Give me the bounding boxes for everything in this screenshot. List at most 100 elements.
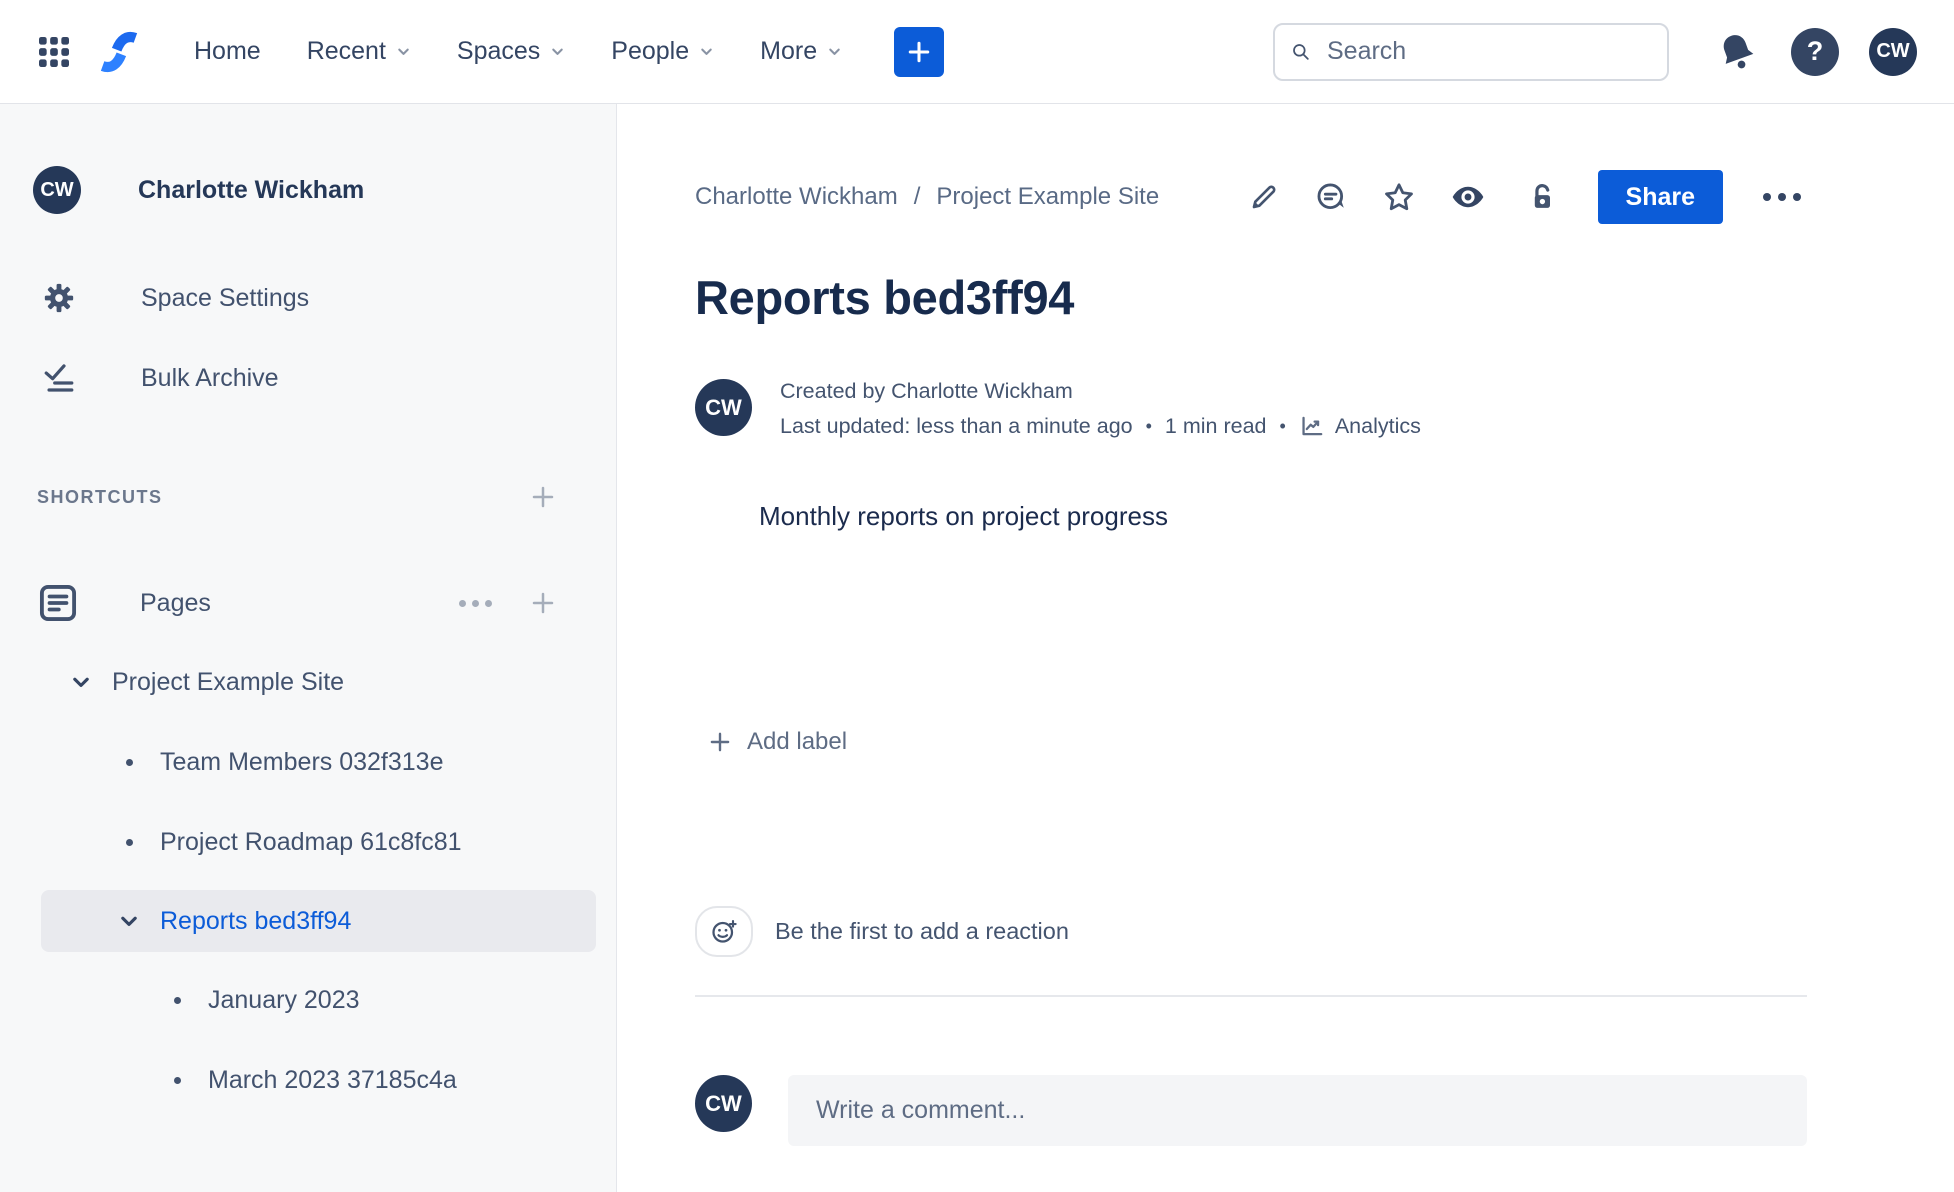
primary-nav: Home Recent Spaces People More xyxy=(194,37,842,66)
nav-home[interactable]: Home xyxy=(194,37,261,66)
app-switcher-icon[interactable] xyxy=(34,32,74,72)
sidebar-item-space-settings[interactable]: Space Settings xyxy=(0,272,616,324)
tree-item-label: Project Roadmap 61c8fc81 xyxy=(160,827,462,856)
favourite-button[interactable] xyxy=(1382,180,1416,214)
pages-section-header: Pages xyxy=(0,578,616,628)
dot-separator: • xyxy=(1279,415,1286,436)
space-avatar: CW xyxy=(33,166,81,214)
nav-people[interactable]: People xyxy=(611,37,714,66)
reactions-section: Be the first to add a reaction xyxy=(695,906,1807,957)
edit-button[interactable] xyxy=(1248,181,1280,213)
pages-more-button[interactable] xyxy=(455,596,496,611)
tree-item-label: Reports bed3ff94 xyxy=(160,906,352,935)
author-avatar[interactable]: CW xyxy=(695,379,752,436)
comments-button[interactable] xyxy=(1314,180,1348,214)
tree-item-label: January 2023 xyxy=(208,985,360,1014)
nav-spaces-label: Spaces xyxy=(456,37,541,65)
line-chart-icon xyxy=(1302,416,1323,436)
tree-item-reports-selected[interactable]: Reports bed3ff94 xyxy=(41,890,596,952)
analytics-link[interactable]: Analytics xyxy=(1299,413,1421,439)
chevron-down-icon xyxy=(398,48,409,55)
tree-item-march-2023[interactable]: March 2023 37185c4a xyxy=(0,1048,616,1112)
tree-item-project-roadmap[interactable]: Project Roadmap 61c8fc81 xyxy=(0,810,616,874)
page-more-button[interactable] xyxy=(1757,187,1807,207)
byline-meta: Last updated: less than a minute ago • 1… xyxy=(780,413,1421,439)
star-icon xyxy=(1384,183,1413,211)
commenter-avatar: CW xyxy=(695,1075,752,1132)
global-search[interactable] xyxy=(1273,22,1669,81)
add-reaction-button[interactable] xyxy=(695,906,753,957)
nav-spaces[interactable]: Spaces xyxy=(457,37,565,66)
analytics-label: Analytics xyxy=(1334,413,1421,438)
sidebar-item-bulk-archive[interactable]: Bulk Archive xyxy=(0,352,616,404)
page-content: Charlotte Wickham / Project Example Site xyxy=(618,104,1954,1192)
space-avatar-initials: CW xyxy=(40,178,74,201)
commenter-avatar-initials: CW xyxy=(705,1090,742,1116)
tree-item-project-example-site[interactable]: Project Example Site xyxy=(0,650,616,714)
space-sidebar: CW Charlotte Wickham Space Settings Bulk… xyxy=(0,104,617,1192)
search-icon xyxy=(1293,43,1309,60)
byline: CW Created by Charlotte Wickham Last upd… xyxy=(695,379,1807,439)
share-button[interactable]: Share xyxy=(1597,170,1723,224)
restrictions-button[interactable] xyxy=(1526,181,1558,213)
comments-divider xyxy=(695,995,1807,997)
reaction-prompt: Be the first to add a reaction xyxy=(775,918,1069,944)
bulk-archive-label: Bulk Archive xyxy=(141,363,279,392)
bullet-icon xyxy=(164,996,190,1004)
bullet-icon xyxy=(164,1076,190,1084)
chevron-down-icon[interactable] xyxy=(68,671,94,693)
create-button[interactable] xyxy=(894,26,945,77)
page-title: Reports bed3ff94 xyxy=(695,271,1075,324)
plus-icon xyxy=(532,486,554,508)
comment-input-box[interactable] xyxy=(788,1075,1807,1146)
add-shortcut-button[interactable] xyxy=(526,480,560,514)
top-navigation-bar: Home Recent Spaces People More Search ? … xyxy=(0,0,1954,104)
add-page-button[interactable] xyxy=(526,586,560,620)
last-updated-text[interactable]: Last updated: less than a minute ago xyxy=(780,414,1133,439)
eye-icon xyxy=(1452,186,1483,208)
plus-icon xyxy=(532,592,554,614)
question-mark-icon: ? xyxy=(1806,36,1824,66)
nav-people-label: People xyxy=(611,37,690,65)
nav-recent[interactable]: Recent xyxy=(307,37,411,66)
comment-input[interactable] xyxy=(814,1095,1781,1126)
chevron-down-icon[interactable] xyxy=(116,910,142,932)
user-avatar-initials: CW xyxy=(1876,40,1910,62)
comment-composer: CW xyxy=(695,1075,1807,1146)
pages-icon xyxy=(35,580,81,626)
pages-label[interactable]: Pages xyxy=(140,589,211,618)
space-name: Charlotte Wickham xyxy=(138,175,365,204)
add-label-text: Add label xyxy=(747,728,848,755)
chevron-down-icon xyxy=(552,48,564,55)
tree-item-label: March 2023 37185c4a xyxy=(208,1065,457,1094)
tree-item-team-members[interactable]: Team Members 032f313e xyxy=(0,730,616,794)
nav-more[interactable]: More xyxy=(760,37,842,66)
nav-more-label: More xyxy=(760,37,818,65)
smiley-plus-icon xyxy=(712,919,738,943)
bell-icon xyxy=(1723,34,1754,68)
dot-separator: • xyxy=(1145,415,1152,436)
page-body-text: Monthly reports on project progress xyxy=(759,501,1168,531)
chevron-down-icon xyxy=(701,48,712,55)
gear-icon xyxy=(40,281,77,315)
confluence-logo-icon[interactable] xyxy=(94,27,144,77)
chevron-down-icon xyxy=(829,48,840,55)
user-avatar[interactable]: CW xyxy=(1869,27,1917,76)
tree-item-january-2023[interactable]: January 2023 xyxy=(0,968,616,1032)
search-input[interactable] xyxy=(1325,36,1651,67)
breadcrumb-space-owner[interactable]: Charlotte Wickham xyxy=(695,183,898,211)
bulk-archive-icon xyxy=(40,361,77,395)
add-label-button[interactable]: Add label xyxy=(707,728,1807,756)
space-settings-label: Space Settings xyxy=(141,283,310,312)
notifications-button[interactable] xyxy=(1713,28,1761,76)
shortcuts-label: SHORTCUTS xyxy=(37,486,163,507)
bullet-icon xyxy=(116,838,142,846)
help-button[interactable]: ? xyxy=(1791,27,1839,76)
bullet-icon xyxy=(116,758,142,766)
breadcrumb-space[interactable]: Project Example Site xyxy=(936,183,1159,211)
space-profile[interactable]: CW Charlotte Wickham xyxy=(0,104,616,214)
read-time-text: 1 min read xyxy=(1164,413,1267,438)
watch-button[interactable] xyxy=(1450,179,1486,215)
tree-item-label: Project Example Site xyxy=(112,667,345,696)
nav-home-label: Home xyxy=(194,37,261,65)
